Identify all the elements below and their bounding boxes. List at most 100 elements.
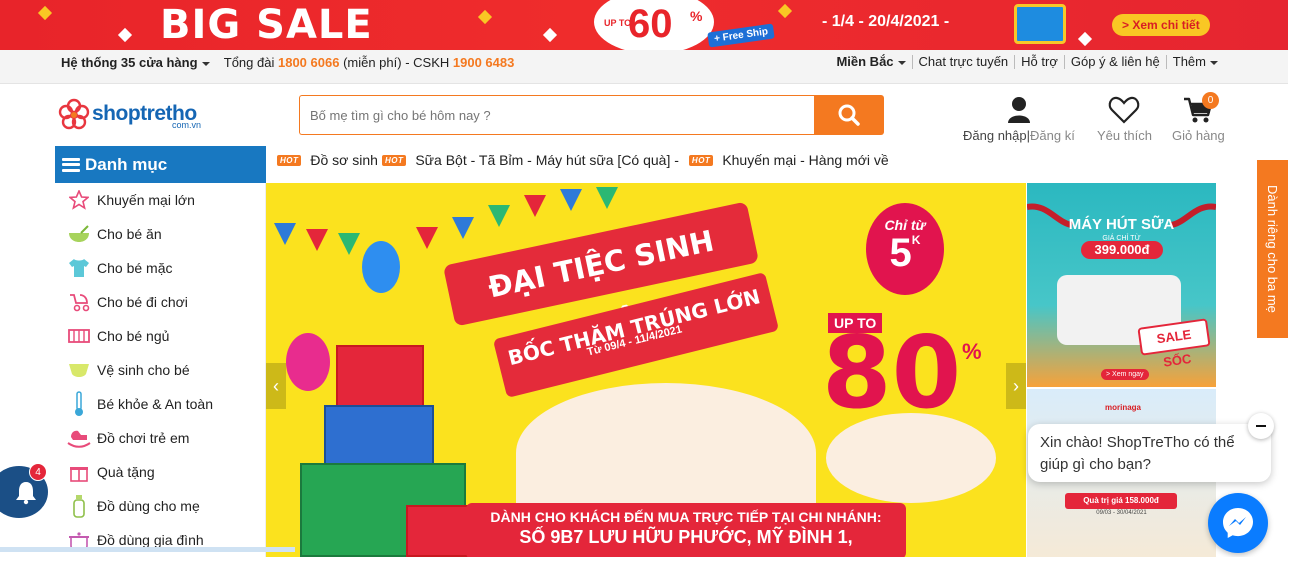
wishlist-label: Yêu thích [1097,128,1152,143]
bunting-flag [338,233,360,255]
more-menu[interactable]: Thêm [1165,55,1224,69]
star-icon [67,189,91,211]
register-link[interactable]: Đăng kí [1030,128,1075,143]
live-chat-link[interactable]: Chat trực tuyến [911,55,1015,69]
category-item-mom[interactable]: Đồ dùng cho mẹ [55,489,265,523]
category-label: Khuyến mại lớn [97,192,195,208]
search-input[interactable] [299,95,815,135]
support-link[interactable]: Hỗ trợ [1014,55,1064,69]
scrollbar[interactable] [1288,0,1305,584]
shirt-icon [67,257,91,279]
caret-down-icon [897,60,906,65]
category-item-toys[interactable]: Đồ chơi trẻ em [55,421,265,455]
bottom-edge-decoration [0,547,295,552]
bunting-flag [416,227,438,249]
balloon-pink [286,333,330,391]
page-bottom-area [0,557,1305,584]
bunting-flag [488,205,510,227]
category-label: Đồ dùng gia đình [97,532,204,548]
gift-box-icon [1014,4,1066,44]
feedback-link[interactable]: Góp ý & liên hệ [1063,55,1166,69]
category-label: Bé khỏe & An toàn [97,396,213,412]
category-menu-header[interactable]: Danh mục [55,146,266,183]
hot-link-newborn[interactable]: Đồ sơ sinh [310,152,378,168]
category-item-clothing[interactable]: Cho bé mặc [55,251,265,285]
account-menu[interactable]: Đăng nhập|Đăng kí [963,96,1075,143]
chat-greeting-popup[interactable]: Xin chào! ShopTreTho có thể giúp gì cho … [1028,424,1271,482]
promo-dates: 09/03 - 30/04/2021 [1096,510,1147,516]
view-details-button[interactable]: > Xem chi tiết [1112,14,1210,36]
category-label: Đồ chơi trẻ em [97,430,190,446]
category-label: Cho bé ngủ [97,328,170,344]
wishlist-button[interactable]: Yêu thích [1097,96,1152,143]
rocking-horse-icon [67,427,91,449]
search-icon [838,104,860,126]
top-promo-banner[interactable]: BIG SALE UP TO 60 % + Free Ship - 1/4 - … [0,0,1288,50]
carousel-next-button[interactable]: › [1006,363,1026,409]
category-item-health[interactable]: Bé khỏe & An toàn [55,387,265,421]
chat-close-button[interactable] [1248,413,1274,439]
category-label: Cho bé đi chơi [97,294,188,310]
free-ship-tag: + Free Ship [707,23,775,48]
discount-percent: % [962,339,982,364]
region-selector[interactable]: Miền Bắc [830,55,911,69]
user-icon [1007,97,1030,123]
category-label: Vệ sinh cho bé [97,362,190,378]
hotline-label: Tổng đài [223,55,275,70]
main-banner-slide[interactable]: ĐẠI TIỆC SINH NHẬT BỐC THĂM TRÚNG LỚN Từ… [266,183,1026,557]
ad-price: 399.000đ [1081,241,1163,259]
price-from-value: 5 [889,231,912,275]
utility-links: Miền Bắc Chat trực tuyến Hỗ trợ Góp ý & … [830,55,1224,69]
gift-icon [67,461,91,483]
store-system-link[interactable]: Hệ thống 35 cửa hàng [61,55,210,70]
breast-pump-ad[interactable]: MÁY HÚT SỮA GIÁ CHỈ TỪ 399.000đ SALE SỐC… [1027,183,1216,387]
cart-label: Giỏ hàng [1172,128,1225,143]
cart-count-badge: 0 [1202,92,1219,109]
up-to-label: UP TO [828,313,883,333]
category-label: Quà tặng [97,464,155,480]
thermometer-icon [67,391,91,416]
site-logo[interactable]: shoptretho com.vn [58,98,201,130]
ad-view-button[interactable]: > Xem ngay [1101,369,1149,380]
messenger-button[interactable] [1208,493,1268,553]
cskh-number[interactable]: 1900 6483 [453,55,514,70]
gift-box-blue [324,405,434,465]
caret-down-icon [1210,60,1218,65]
category-item-hygiene[interactable]: Vệ sinh cho bé [55,353,265,387]
confetti-decoration [542,27,558,43]
parents-exclusive-tab[interactable]: Dành riêng cho ba mẹ [1257,160,1288,338]
hotline-number[interactable]: 1800 6066 [278,55,339,70]
carousel-prev-button[interactable]: ‹ [266,363,286,409]
caret-down-icon [201,61,210,66]
category-item-sleeping[interactable]: Cho bé ngủ [55,319,265,353]
hot-link-milk[interactable]: Sữa Bột - Tã Bỉm - Máy hút sữa [Có quà] … [415,152,679,168]
logo-domain: com.vn [172,120,202,130]
discount-value: 60 [628,2,673,46]
hot-tag-icon: HOT [688,154,714,166]
confetti-decoration [777,3,793,19]
stroller-icon [67,291,91,313]
category-item-outing[interactable]: Cho bé đi chơi [55,285,265,319]
category-item-feeding[interactable]: Cho bé ăn [55,217,265,251]
banner-description: DÀNH CHO KHÁCH ĐẾN MUA TRỰC TIẾP TẠI CHI… [466,503,906,557]
category-list: Khuyến mại lớn Cho bé ăn Cho bé mặc Cho … [55,183,266,557]
category-item-gifts[interactable]: Quà tặng [55,455,265,489]
bunting-flag [306,229,328,251]
discount-percent: % [690,8,703,24]
flower-logo-icon [58,98,90,130]
category-label: Đồ dùng cho mẹ [97,498,200,514]
category-label: Cho bé mặc [97,260,173,276]
bunting-flag [596,187,618,209]
hamburger-menu-icon [62,157,80,172]
hot-link-promotions[interactable]: Khuyến mại - Hàng mới về [722,152,888,168]
hot-tag-icon: HOT [381,154,407,166]
bottle-icon [67,495,91,518]
search-button[interactable] [814,95,884,135]
bell-icon [16,482,36,505]
login-link[interactable]: Đăng nhập [963,128,1027,143]
banner-description-line1: DÀNH CHO KHÁCH ĐẾN MUA TRỰC TIẾP TẠI CHI… [490,509,882,525]
category-item-promotions[interactable]: Khuyến mại lớn [55,183,265,217]
bunting-flag [274,223,296,245]
hot-tag-icon: HOT [277,154,302,166]
price-from-bubble: Chỉ từ 5K [866,203,944,295]
